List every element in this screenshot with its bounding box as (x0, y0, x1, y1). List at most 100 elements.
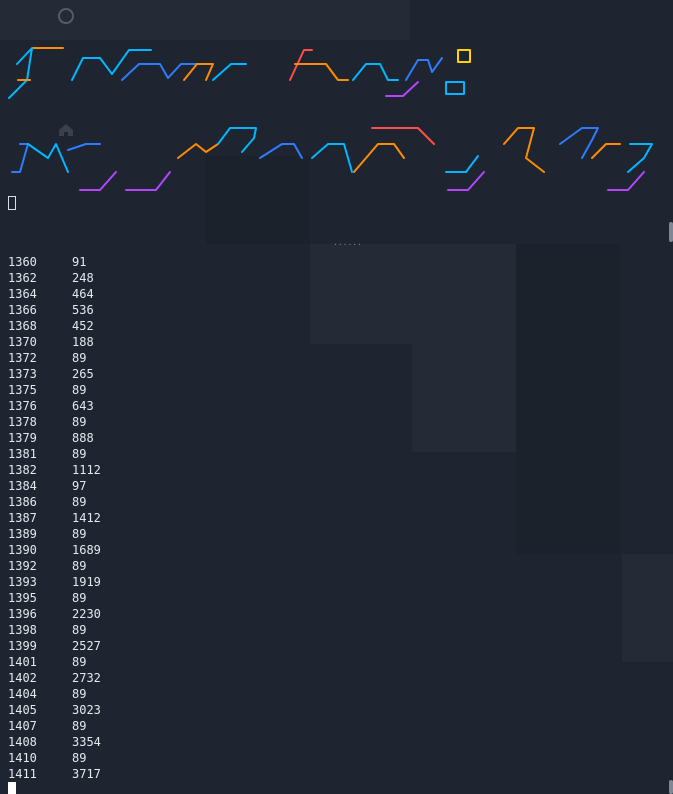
table-row: 1393 1919 (8, 574, 136, 590)
table-cell: 188 (72, 335, 94, 349)
table-cell: 3354 (72, 735, 101, 749)
table-cell: 1392 (8, 559, 37, 573)
terminal[interactable]: ...... 1360 91 1362 248 1364 464 1366 536 13… (0, 0, 673, 794)
table-row: 1407 89 (8, 718, 136, 734)
table-row: 1382 1112 (8, 462, 136, 478)
table-cell: 1378 (8, 415, 37, 429)
table-cell: 1401 (8, 655, 37, 669)
table-cell: 1360 (8, 255, 37, 269)
table-cell: 1412 (72, 511, 101, 525)
table-row: 1386 89 (8, 494, 136, 510)
table-row: 1373 265 (8, 366, 136, 382)
table-row: 1389 89 (8, 526, 136, 542)
table-cell: 1362 (8, 271, 37, 285)
table-row: 1376 643 (8, 398, 136, 414)
table-cell: 1112 (72, 463, 101, 477)
table-cell: 97 (72, 479, 87, 493)
table-cell: 3023 (72, 703, 101, 717)
table-cell: 452 (72, 319, 94, 333)
table-cell: 1375 (8, 383, 37, 397)
table-cell: 1402 (8, 671, 37, 685)
table-cell: 2732 (72, 671, 101, 685)
table-row: 1368 452 (8, 318, 136, 334)
table-cell: 1919 (72, 575, 101, 589)
table-cell: 1410 (8, 751, 37, 765)
table-cell: 89 (72, 591, 87, 605)
table-row: 1375 89 (8, 382, 136, 398)
table-row: 1378 89 (8, 414, 136, 430)
table-cell: 1399 (8, 639, 37, 653)
table-cell: 89 (72, 559, 87, 573)
table-row: 1392 89 (8, 558, 136, 574)
terminal-cursor (8, 782, 16, 794)
table-cell: 1381 (8, 447, 37, 461)
table-row: 1411 3717 (8, 766, 136, 782)
table-cell: 1373 (8, 367, 37, 381)
table-row: 1384 97 (8, 478, 136, 494)
table-cell: 1382 (8, 463, 37, 477)
table-cell: 2527 (72, 639, 101, 653)
table-row: 1360 91 (8, 254, 136, 270)
table-cell: 1386 (8, 495, 37, 509)
table-cell: 89 (72, 527, 87, 541)
table-row: 1399 2527 (8, 638, 136, 654)
table-cell: 643 (72, 399, 94, 413)
table-cell: 265 (72, 367, 94, 381)
table-cell: 89 (72, 415, 87, 429)
table-row: 1395 89 (8, 590, 136, 606)
table-cell: 1370 (8, 335, 37, 349)
table-row: 1364 464 (8, 286, 136, 302)
input-cursor (8, 196, 16, 210)
table-cell: 89 (72, 495, 87, 509)
table-cell: 89 (72, 623, 87, 637)
table-row: 1387 1412 (8, 510, 136, 526)
table-cell: 1368 (8, 319, 37, 333)
table-cell: 1387 (8, 511, 37, 525)
scrollbar-thumb[interactable] (669, 222, 673, 242)
table-cell: 91 (72, 255, 87, 269)
output-table: 1360 91 1362 248 1364 464 1366 536 1368 452 1… (8, 254, 136, 782)
table-cell: 89 (72, 687, 87, 701)
table-cell: 1390 (8, 543, 37, 557)
table-cell: 1379 (8, 431, 37, 445)
table-cell: 1404 (8, 687, 37, 701)
table-row: 1362 248 (8, 270, 136, 286)
table-cell: 536 (72, 303, 94, 317)
table-cell: 89 (72, 751, 87, 765)
terminal-window: ...... 1360 91 1362 248 1364 464 1366 536 13… (0, 0, 673, 794)
table-row: 1372 89 (8, 350, 136, 366)
table-cell: 2230 (72, 607, 101, 621)
table-cell: 1395 (8, 591, 37, 605)
table-row: 1405 3023 (8, 702, 136, 718)
table-cell: 3717 (72, 767, 101, 781)
table-row: 1381 89 (8, 446, 136, 462)
table-cell: 1405 (8, 703, 37, 717)
table-row: 1404 89 (8, 686, 136, 702)
table-cell: 1408 (8, 735, 37, 749)
table-cell: 1411 (8, 767, 37, 781)
table-row: 1401 89 (8, 654, 136, 670)
table-cell: 89 (72, 719, 87, 733)
table-cell: 89 (72, 447, 87, 461)
scrollbar-thumb[interactable] (669, 780, 673, 794)
table-row: 1398 89 (8, 622, 136, 638)
table-cell: 1396 (8, 607, 37, 621)
table-cell: 89 (72, 351, 87, 365)
table-row: 1408 3354 (8, 734, 136, 750)
table-row: 1379 888 (8, 430, 136, 446)
table-cell: 1407 (8, 719, 37, 733)
table-row: 1370 188 (8, 334, 136, 350)
table-row: 1366 536 (8, 302, 136, 318)
table-row: 1390 1689 (8, 542, 136, 558)
ascii-banner (8, 47, 653, 191)
table-row: 1410 89 (8, 750, 136, 766)
table-cell: 1689 (72, 543, 101, 557)
table-cell: 1389 (8, 527, 37, 541)
table-cell: 248 (72, 271, 94, 285)
table-cell: 888 (72, 431, 94, 445)
table-row: 1402 2732 (8, 670, 136, 686)
table-cell: 89 (72, 383, 87, 397)
table-cell: 1372 (8, 351, 37, 365)
table-cell: 1364 (8, 287, 37, 301)
table-cell: 1384 (8, 479, 37, 493)
